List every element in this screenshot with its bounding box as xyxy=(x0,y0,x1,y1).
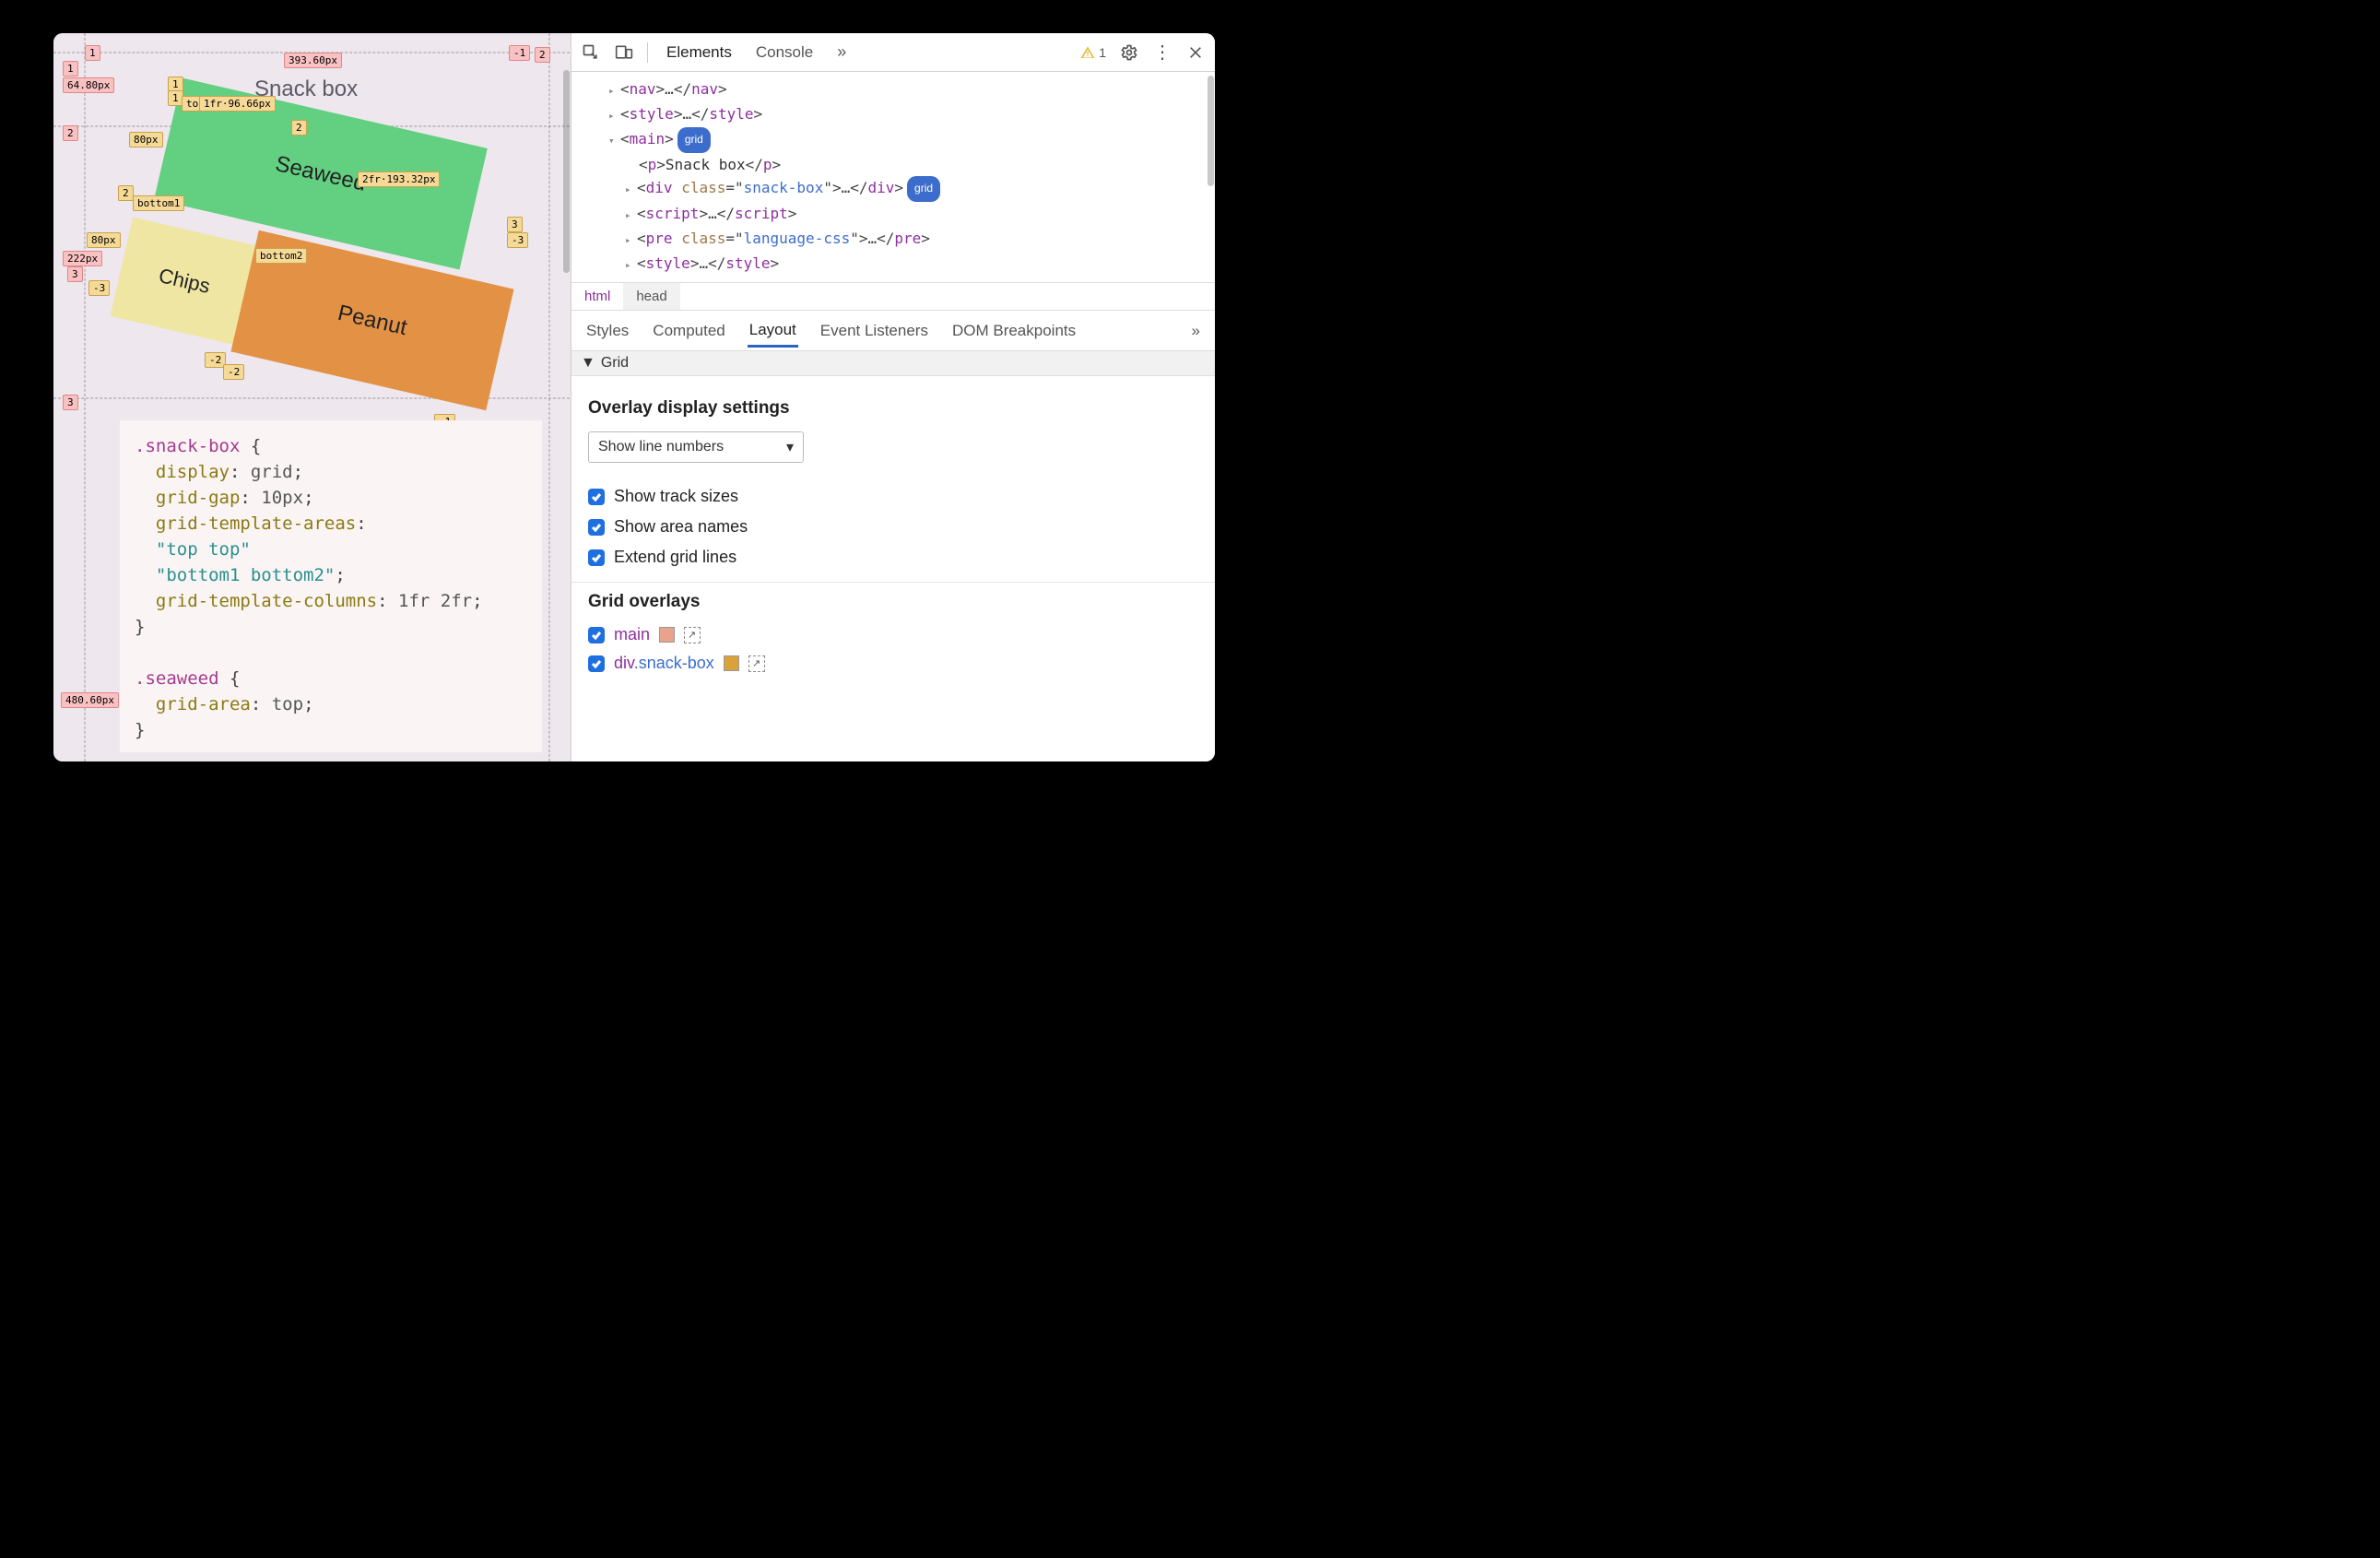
grid-size-label: 64.80px xyxy=(63,77,114,93)
warning-badge[interactable]: 1 xyxy=(1080,45,1106,60)
dom-scrollbar[interactable] xyxy=(1208,76,1214,186)
color-swatch-div[interactable] xyxy=(724,655,739,671)
devtools-window: Snack box 1 393.60px -1 2 1 64.80px 2 22… xyxy=(53,33,1215,761)
grid-line-num: -3 xyxy=(507,232,528,248)
grid-track-label: 2fr·193.32px xyxy=(358,171,440,187)
crumb-html[interactable]: html xyxy=(571,283,623,310)
grid-line-num-pink: 3 xyxy=(67,266,83,282)
grid-track-label: 1fr·96.66px xyxy=(199,96,276,112)
check-label: Extend grid lines xyxy=(614,548,736,567)
checkbox-extend-lines[interactable] xyxy=(588,549,605,566)
device-mode-icon[interactable] xyxy=(614,42,634,63)
grid-area-label: bottom2 xyxy=(255,248,307,264)
devtools-toolbar: Elements Console » 1 ⋮ xyxy=(571,33,1215,72)
more-subtabs-icon[interactable]: » xyxy=(1190,314,1202,348)
checkbox-area-names[interactable] xyxy=(588,519,605,536)
checkbox-overlay-snackbox[interactable] xyxy=(588,655,605,672)
overlay-name-main[interactable]: main xyxy=(614,625,650,644)
grid-overlays-heading: Grid overlays xyxy=(588,592,1198,612)
warning-count: 1 xyxy=(1099,45,1106,60)
grid-size-label: 80px xyxy=(129,132,163,148)
checkbox-track-sizes[interactable] xyxy=(588,489,605,505)
grid-badge[interactable]: grid xyxy=(907,176,940,202)
grid-line-num: 2 xyxy=(291,120,307,136)
grid-line-num-pink: 2 xyxy=(535,47,550,63)
overlay-name-div[interactable]: div.snack-box xyxy=(614,654,714,673)
grid-line-num: -3 xyxy=(88,280,110,296)
styles-subtabs: Styles Computed Layout Event Listeners D… xyxy=(571,311,1215,351)
checkbox-overlay-main[interactable] xyxy=(588,627,605,643)
grid-line-num: 3 xyxy=(507,217,523,232)
grid-line-num-pink: -1 xyxy=(509,45,530,61)
layout-panel: Overlay display settings Show line numbe… xyxy=(571,376,1215,682)
dom-tree[interactable]: <nav>…</nav> <style>…</style> <main>grid… xyxy=(571,72,1215,282)
line-numbers-select[interactable]: Show line numbers ▾ xyxy=(588,431,804,463)
grid-area-label: bottom1 xyxy=(133,195,184,211)
tab-elements[interactable]: Elements xyxy=(661,40,737,65)
grid-line-num-pink: 3 xyxy=(63,395,78,410)
grid-size-label: 480.60px xyxy=(61,692,119,708)
devtools-panel: Elements Console » 1 ⋮ <nav>…</nav> <sty… xyxy=(571,33,1215,761)
chevron-down-icon: ▾ xyxy=(786,438,794,456)
grid-size-label: 80px xyxy=(87,232,121,248)
reveal-in-elements-icon[interactable] xyxy=(748,655,765,672)
more-tabs-icon[interactable]: » xyxy=(831,42,852,63)
kebab-icon[interactable]: ⋮ xyxy=(1152,42,1172,63)
subtab-event-listeners[interactable]: Event Listeners xyxy=(819,314,930,348)
viewport-scrollbar[interactable] xyxy=(563,70,570,273)
subtab-dom-breakpoints[interactable]: DOM Breakpoints xyxy=(950,314,1078,348)
grid-size-label: 393.60px xyxy=(284,53,342,68)
close-icon[interactable] xyxy=(1185,42,1206,63)
grid-size-label: 222px xyxy=(63,251,102,266)
color-swatch-main[interactable] xyxy=(659,627,675,643)
css-code-block: .snack-box { display: grid; grid-gap: 10… xyxy=(120,420,542,752)
gear-icon[interactable] xyxy=(1119,42,1139,63)
grid-line-num-pink: 2 xyxy=(63,125,78,141)
inspect-icon[interactable] xyxy=(581,42,601,63)
grid-line-num-pink: 1 xyxy=(63,61,78,77)
page-viewport: Snack box 1 393.60px -1 2 1 64.80px 2 22… xyxy=(53,33,571,761)
grid-line-num: -2 xyxy=(223,364,244,380)
grid-line-num: 2 xyxy=(118,185,134,201)
check-label: Show track sizes xyxy=(614,487,738,506)
caret-down-icon: ▼ xyxy=(581,355,595,372)
subtab-styles[interactable]: Styles xyxy=(584,314,630,348)
check-label: Show area names xyxy=(614,517,748,537)
crumb-head[interactable]: head xyxy=(623,283,679,310)
grid-badge[interactable]: grid xyxy=(677,127,711,153)
grid-line-num-pink: 1 xyxy=(85,45,100,61)
tab-console[interactable]: Console xyxy=(750,40,819,65)
subtab-layout[interactable]: Layout xyxy=(748,313,798,348)
breadcrumb: html head xyxy=(571,282,1215,311)
reveal-in-elements-icon[interactable] xyxy=(684,627,701,643)
section-header-grid[interactable]: ▼ Grid xyxy=(571,351,1215,376)
subtab-computed[interactable]: Computed xyxy=(651,314,726,348)
overlay-settings-heading: Overlay display settings xyxy=(588,398,1198,419)
